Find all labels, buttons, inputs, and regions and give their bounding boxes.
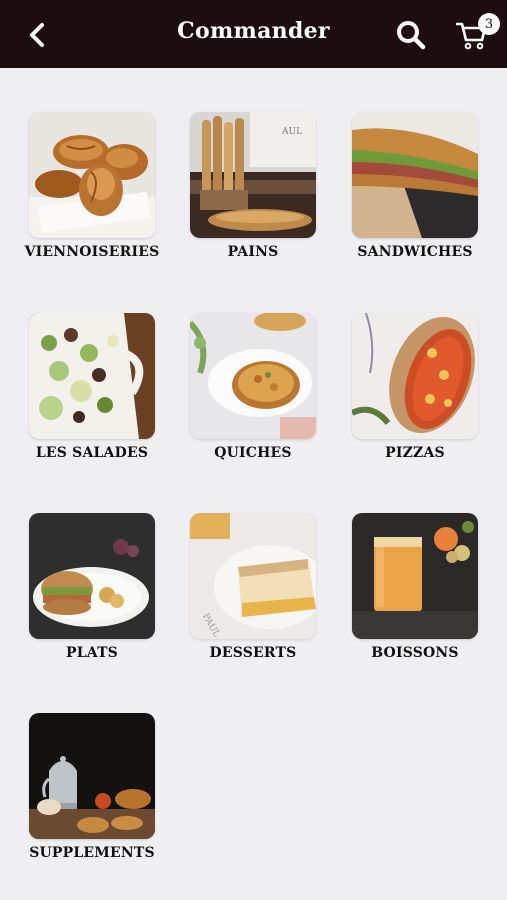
category-pains[interactable]: AUL PAINS [177, 112, 329, 260]
category-plats[interactable]: PLATS [16, 513, 168, 661]
pizzas-image [352, 313, 478, 439]
category-label: PAINS [227, 244, 279, 260]
category-viennoiseries[interactable]: VIENNOISERIES [16, 112, 168, 260]
category-label: PIZZAS [385, 445, 445, 461]
category-label: BOISSONS [371, 645, 459, 661]
category-label: SANDWICHES [357, 244, 473, 260]
category-label: SUPPLEMENTS [29, 845, 155, 861]
category-grid: VIENNOISERIES AUL PAINS SANDWICHES LES S… [0, 0, 507, 900]
viennoiseries-image [29, 112, 155, 238]
desserts-image: PAUL [190, 513, 316, 639]
category-label: QUICHES [214, 445, 292, 461]
category-sandwiches[interactable]: SANDWICHES [339, 112, 491, 260]
category-les-salades[interactable]: LES SALADES [16, 313, 168, 461]
category-label: LES SALADES [35, 445, 149, 461]
supplements-image [29, 713, 155, 839]
category-quiches[interactable]: QUICHES [177, 313, 329, 461]
category-pizzas[interactable]: PIZZAS [339, 313, 491, 461]
svg-text:AUL: AUL [281, 127, 302, 137]
quiches-image [190, 313, 316, 439]
category-desserts[interactable]: PAUL DESSERTS [177, 513, 329, 661]
category-label: DESSERTS [209, 645, 297, 661]
category-label: VIENNOISERIES [24, 244, 160, 260]
les-salades-image [29, 313, 155, 439]
plats-image [29, 513, 155, 639]
pains-image: AUL [190, 112, 316, 238]
category-boissons[interactable]: BOISSONS [339, 513, 491, 661]
category-supplements[interactable]: SUPPLEMENTS [16, 713, 168, 861]
boissons-image [352, 513, 478, 639]
category-label: PLATS [66, 645, 118, 661]
sandwiches-image [352, 112, 478, 238]
